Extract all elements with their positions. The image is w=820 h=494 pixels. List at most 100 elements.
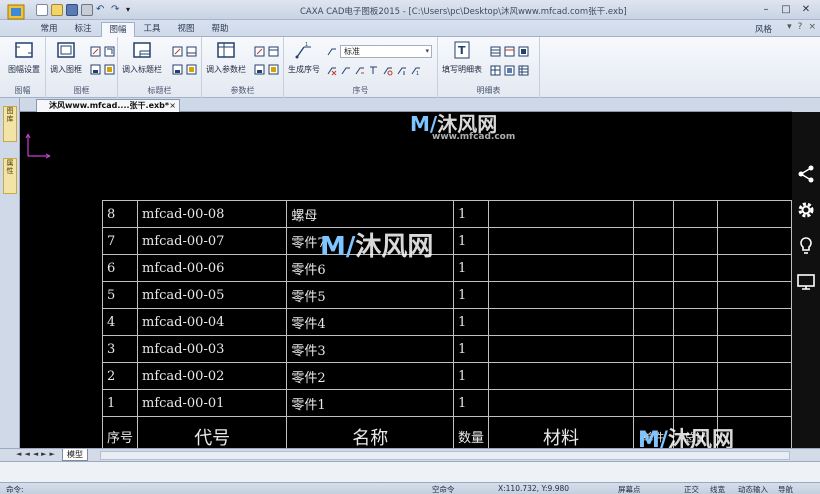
style-menu[interactable]: 风格 (755, 23, 772, 35)
gear-icon[interactable] (796, 200, 816, 220)
frame-edit-icon[interactable] (90, 46, 101, 57)
tab-view[interactable]: 视图 (169, 22, 203, 37)
table-row[interactable]: 7 mfcad-00-07 零件7 1 (101, 227, 792, 255)
bom-cell-empty (716, 362, 792, 390)
tab-help[interactable]: 帮助 (203, 22, 237, 37)
side-tab-library[interactable]: 图库 (3, 106, 17, 142)
frame-define-icon[interactable] (104, 46, 115, 57)
print-icon[interactable] (81, 4, 93, 16)
sheet-tab-model[interactable]: 模型 (62, 449, 88, 461)
bom-style-icon[interactable] (518, 65, 529, 76)
bom-cell-name: 零件1 (286, 389, 455, 417)
command-window[interactable] (0, 461, 820, 482)
balloon-align-icon[interactable] (368, 65, 379, 76)
balloon-delete-icon[interactable] (326, 65, 337, 76)
balloon-style-icon[interactable] (326, 46, 337, 57)
svg-text:T: T (458, 44, 466, 57)
sheet-setup-button[interactable]: 图幅设置 (8, 41, 40, 75)
bom-cell-code: mfcad-00-04 (137, 308, 288, 336)
horizontal-scrollbar[interactable] (100, 451, 790, 460)
status-ortho[interactable]: 正交 (684, 484, 699, 494)
fill-bom-button[interactable]: T 填写明细表 (442, 41, 482, 75)
table-row[interactable]: 5 mfcad-00-05 零件5 1 (101, 281, 792, 309)
bom-insert-icon[interactable] (490, 65, 501, 76)
ribbon-minimize-icon[interactable]: ▾ (787, 22, 792, 32)
save-icon[interactable] (66, 4, 78, 16)
param-save-icon[interactable] (254, 64, 265, 75)
status-linewidth[interactable]: 线宽 (710, 484, 725, 494)
redo-icon[interactable]: ↷ (111, 4, 123, 16)
dropdown-arrow-icon: ▾ (425, 47, 429, 55)
bom-cell-empty (716, 281, 792, 309)
status-snap-mode[interactable]: 屏幕点 (618, 484, 641, 494)
side-tab-properties[interactable]: 属性 (3, 158, 17, 194)
bom-header-icon[interactable] (504, 46, 515, 57)
tab-tools[interactable]: 工具 (135, 22, 169, 37)
bom-move-icon[interactable] (518, 46, 529, 57)
ucs-axis-icon (25, 133, 51, 159)
tab-home[interactable]: 常用 (32, 22, 66, 37)
bom-cell-qty: 1 (453, 200, 490, 228)
status-dynamic-input[interactable]: 动态输入 (738, 484, 768, 494)
table-row[interactable]: 3 mfcad-00-03 零件3 1 (101, 335, 792, 363)
help-icon[interactable]: ? (798, 22, 803, 32)
bulb-icon[interactable] (796, 236, 816, 256)
frame-fill-icon[interactable] (104, 64, 115, 75)
frame-save-icon[interactable] (90, 64, 101, 75)
balloon-adjust-icon[interactable] (396, 65, 407, 76)
bom-cell-empty (672, 362, 718, 390)
bom-cell-empty (488, 281, 634, 309)
title-save-icon[interactable] (172, 64, 183, 75)
share-icon[interactable] (796, 164, 816, 184)
table-row[interactable]: 6 mfcad-00-06 零件6 1 (101, 254, 792, 282)
right-toolbar (792, 112, 820, 448)
customize-chevron-icon[interactable]: ▾ (126, 4, 138, 16)
document-tab[interactable]: 沐风www.mfcad....张干.exb* × (36, 99, 180, 112)
bom-output-icon[interactable] (504, 65, 515, 76)
param-edit-icon[interactable] (254, 46, 265, 57)
drawing-canvas[interactable]: M/沐风网 www.mfcad.com 8 mfcad-00-08 螺母 1 7 mfca… (20, 112, 792, 448)
title-fill-icon[interactable] (186, 64, 197, 75)
load-param-block-button[interactable]: 调入参数栏 (206, 41, 246, 75)
param-fill-icon[interactable] (268, 64, 279, 75)
table-row[interactable]: 4 mfcad-00-04 零件4 1 (101, 308, 792, 336)
balloon-number-icon[interactable]: 1 (410, 65, 421, 76)
table-row[interactable]: 2 mfcad-00-02 零件2 1 (101, 362, 792, 390)
title-define-icon[interactable] (186, 46, 197, 57)
sheet-nav-arrows[interactable]: ◄◄◄►► (16, 450, 58, 458)
svg-text:1: 1 (416, 71, 419, 76)
bom-cell-no: 6 (101, 254, 139, 282)
command-prompt[interactable]: 命令: (6, 484, 24, 494)
close-button[interactable]: ✕ (796, 2, 816, 18)
bom-cell-empty (672, 335, 718, 363)
tab-sheet[interactable]: 图幅 (101, 22, 135, 37)
load-frame-button[interactable]: 调入图框 (50, 41, 82, 75)
undo-icon[interactable]: ↶ (96, 4, 108, 16)
bom-cell-qty: 1 (453, 281, 490, 309)
title-edit-icon[interactable] (172, 46, 183, 57)
new-file-icon[interactable] (36, 4, 48, 16)
open-folder-icon[interactable] (51, 4, 63, 16)
minimize-button[interactable]: – (756, 2, 776, 18)
generate-balloon-button[interactable]: 1 生成序号 (288, 41, 320, 75)
tab-annotate[interactable]: 标注 (66, 22, 100, 37)
bom-cell-no: 2 (101, 362, 139, 390)
balloon-hide-icon[interactable] (382, 65, 393, 76)
doc-close-icon[interactable]: × (808, 22, 816, 32)
bom-cell-name: 零件3 (286, 335, 455, 363)
monitor-icon[interactable] (796, 272, 816, 292)
table-row[interactable]: 1 mfcad-00-01 零件1 1 (101, 389, 792, 417)
table-row[interactable]: 8 mfcad-00-08 螺母 1 (101, 200, 792, 228)
bom-delete-icon[interactable] (490, 46, 501, 57)
bom-cell-empty (632, 389, 674, 417)
ribbon: 图幅设置 图幅 调入图框 图框 调入标题栏 标题栏 调入参数栏 参数栏 1 生成… (0, 37, 820, 98)
balloon-style-dropdown[interactable]: 标准 ▾ (340, 45, 432, 58)
param-define-icon[interactable] (268, 46, 279, 57)
status-nav[interactable]: 导航 (778, 484, 793, 494)
maximize-button[interactable]: □ (776, 2, 796, 18)
balloon-exchange-icon[interactable] (354, 65, 365, 76)
load-title-block-button[interactable]: 调入标题栏 (122, 41, 162, 75)
balloon-edit-icon[interactable] (340, 65, 351, 76)
document-close-icon[interactable]: × (169, 100, 176, 112)
app-logo-icon[interactable] (6, 3, 28, 21)
